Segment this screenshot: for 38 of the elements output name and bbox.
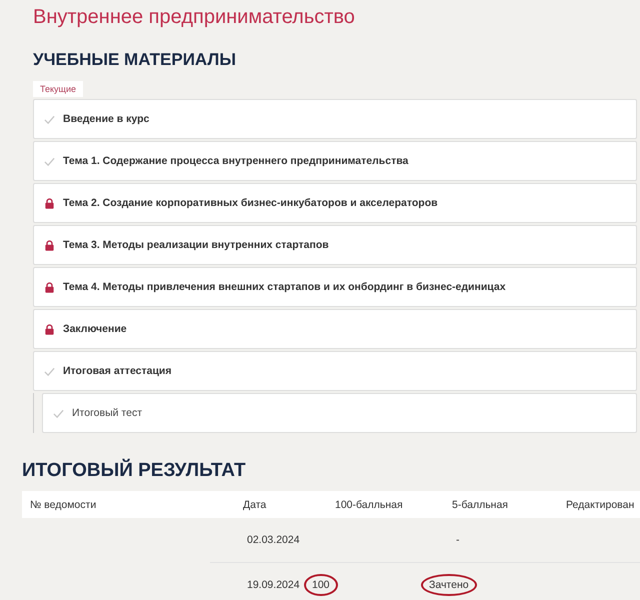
section-heading: УЧЕБНЫЕ МАТЕРИАЛЫ	[33, 50, 237, 70]
column-header: 5-балльная	[451, 498, 509, 510]
section-heading: ИТОГОВЫЙ РЕЗУЛЬТАТ	[22, 461, 247, 481]
lock-icon	[44, 198, 55, 208]
item-label: Введение в курс	[63, 113, 150, 125]
table-cell: 100	[304, 574, 338, 596]
table-cell-text: -	[455, 533, 460, 548]
item-label: Итоговый тест	[72, 407, 142, 419]
course-item[interactable]: Итоговая аттестация	[33, 351, 637, 391]
course-item[interactable]: Тема 4. Методы привлечения внешних стартапов и их онбординг в бизнес-единицах	[33, 267, 637, 307]
column-header: № ведомости	[29, 498, 98, 510]
page-title: Внутреннее предпринимательство	[33, 6, 356, 28]
check-icon	[53, 408, 64, 418]
check-icon	[44, 114, 55, 124]
column-header: Дата	[242, 498, 268, 510]
course-item[interactable]: Заключение	[33, 309, 637, 349]
item-label: Тема 2. Создание корпоративных бизнес-инкубаторов и акселераторов	[63, 197, 438, 209]
item-label: Итоговая аттестация	[63, 365, 172, 377]
item-label: Тема 4. Методы привлечения внешних стартапов и их онбординг в бизнес-единицах	[63, 281, 506, 293]
course-item[interactable]: Тема 1. Содержание процесса внутреннего предпринимательства	[33, 141, 637, 181]
lock-icon	[44, 324, 55, 334]
item-label: Заключение	[63, 323, 127, 335]
item-label: Тема 3. Методы реализации внутренних стартапов	[63, 239, 329, 251]
lock-icon	[44, 240, 55, 250]
course-item[interactable]: Итоговый тест	[42, 393, 637, 433]
course-item[interactable]: Тема 2. Создание корпоративных бизнес-инкубаторов и акселераторов	[33, 183, 637, 223]
column-header: Редактирован	[565, 498, 636, 510]
check-icon	[44, 156, 55, 166]
lock-icon	[44, 282, 55, 292]
course-item[interactable]: Тема 3. Методы реализации внутренних стартапов	[33, 225, 637, 265]
table-cell: Зачтено	[421, 574, 477, 596]
item-label: Тема 1. Содержание процесса внутреннего предпринимательства	[63, 155, 408, 167]
column-header: 100-балльная	[334, 498, 404, 510]
table-cell-text: 19.09.2024	[246, 578, 301, 593]
check-icon	[44, 366, 55, 376]
tab[interactable]: Текущие	[33, 81, 83, 97]
table-cell-text: 02.03.2024	[246, 533, 301, 548]
course-item[interactable]: Введение в курс	[33, 99, 637, 139]
